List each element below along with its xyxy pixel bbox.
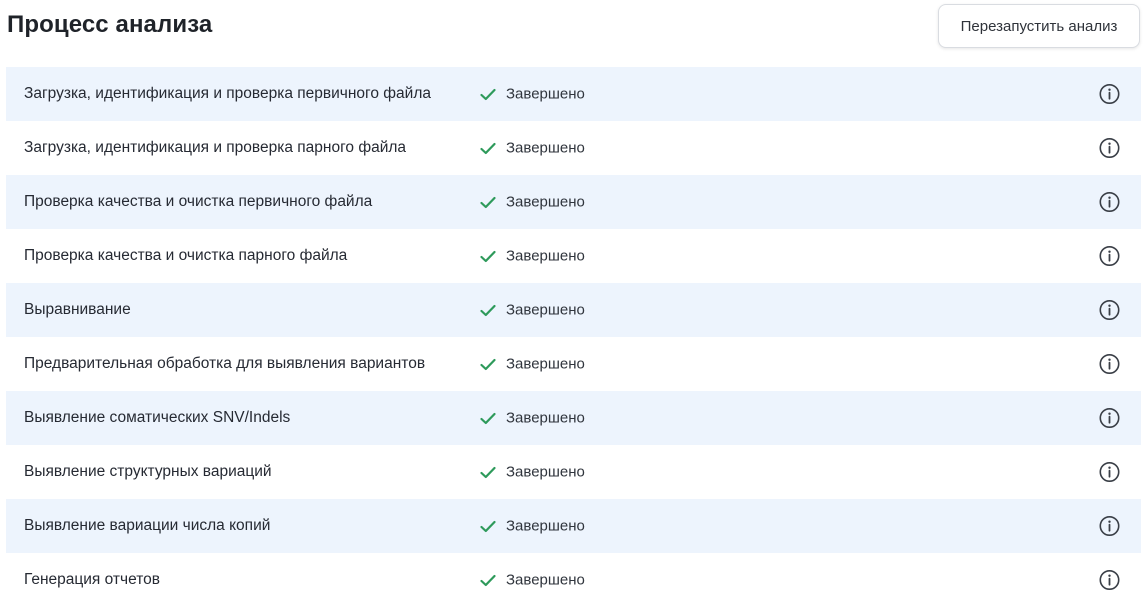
status-text: Завершено [506,571,585,589]
step-name: Проверка качества и очистка первичного ф… [24,193,373,210]
status-text: Завершено [506,463,585,481]
status-text: Завершено [506,193,585,211]
step-status: Завершено [480,248,585,265]
check-icon [480,412,496,424]
step-name: Выравнивание [24,301,131,318]
check-icon [480,574,496,586]
page-header: Процесс анализа Перезапустить анализ [0,0,1145,60]
info-icon[interactable] [1099,84,1120,105]
step-status: Завершено [480,464,585,481]
info-icon[interactable] [1099,300,1120,321]
step-row: Загрузка, идентификация и проверка перви… [6,67,1141,121]
step-name: Выявление вариации числа копий [24,517,271,534]
step-name: Выявление соматических SNV/Indels [24,409,291,426]
step-status: Завершено [480,302,585,319]
step-row: Выявление структурных вариаций Завершено [6,445,1141,499]
check-icon [480,466,496,478]
step-name: Загрузка, идентификация и проверка парно… [24,139,407,156]
status-text: Завершено [506,409,585,427]
info-icon[interactable] [1099,246,1120,267]
info-icon[interactable] [1099,462,1120,483]
restart-analysis-button[interactable]: Перезапустить анализ [938,4,1140,48]
status-text: Завершено [506,301,585,319]
step-row: Выявление вариации числа копий Завершено [6,499,1141,553]
step-row: Выявление соматических SNV/Indels Заверше… [6,391,1141,445]
step-status: Завершено [480,140,585,157]
step-row: Проверка качества и очистка парного файл… [6,229,1141,283]
step-name: Загрузка, идентификация и проверка перви… [24,85,431,102]
status-text: Завершено [506,355,585,373]
check-icon [480,88,496,100]
info-icon[interactable] [1099,570,1120,591]
step-name: Проверка качества и очистка парного файл… [24,247,348,264]
step-status: Завершено [480,356,585,373]
step-status: Завершено [480,572,585,589]
analysis-steps-list: Загрузка, идентификация и проверка перви… [6,67,1141,607]
step-row: Проверка качества и очистка первичного ф… [6,175,1141,229]
step-status: Завершено [480,518,585,535]
status-text: Завершено [506,517,585,535]
check-icon [480,250,496,262]
status-text: Завершено [506,247,585,265]
check-icon [480,520,496,532]
step-name: Генерация отчетов [24,571,160,588]
step-status: Завершено [480,194,585,211]
step-name: Предварительная обработка для выявления … [24,355,426,372]
status-text: Завершено [506,85,585,103]
info-icon[interactable] [1099,408,1120,429]
step-row: Генерация отчетов Завершено [6,553,1141,607]
check-icon [480,358,496,370]
step-name: Выявление структурных вариаций [24,463,272,480]
check-icon [480,304,496,316]
info-icon[interactable] [1099,516,1120,537]
step-row: Выравнивание Завершено [6,283,1141,337]
check-icon [480,142,496,154]
status-text: Завершено [506,139,585,157]
step-row: Предварительная обработка для выявления … [6,337,1141,391]
step-row: Загрузка, идентификация и проверка парно… [6,121,1141,175]
step-status: Завершено [480,86,585,103]
step-status: Завершено [480,410,585,427]
info-icon[interactable] [1099,354,1120,375]
page-title: Процесс анализа [7,11,213,38]
info-icon[interactable] [1099,192,1120,213]
info-icon[interactable] [1099,138,1120,159]
check-icon [480,196,496,208]
